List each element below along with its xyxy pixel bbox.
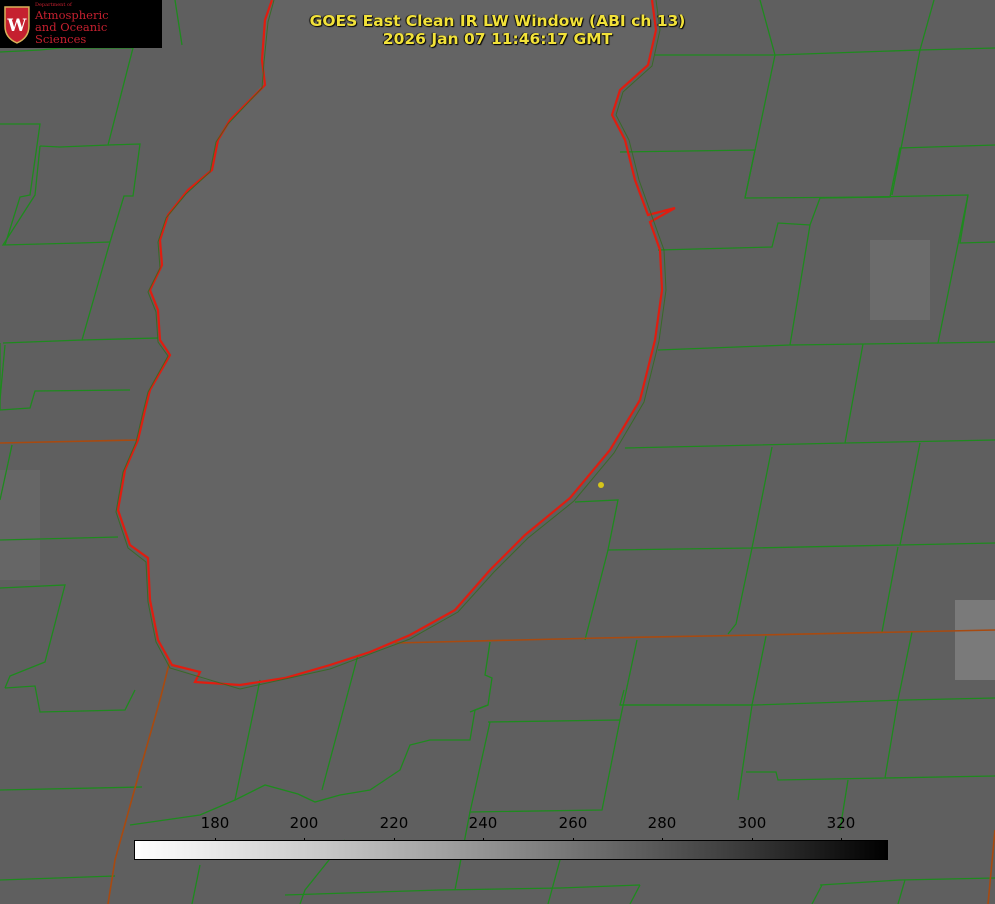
title-product: GOES East Clean IR LW Window (ABI ch 13): [309, 12, 686, 30]
satellite-map: [0, 0, 995, 904]
colorbar-tick: 260: [558, 814, 588, 832]
cloud-patch: [870, 240, 930, 320]
cloud-patch: [0, 470, 40, 580]
logo-line2: and Oceanic Sciences: [34, 19, 108, 46]
colorbar-tick: 180: [200, 814, 230, 832]
uw-crest-icon: W: [4, 6, 30, 44]
colorbar-tick: 280: [647, 814, 677, 832]
location-marker: [598, 482, 604, 488]
colorbar: [134, 840, 888, 860]
colorbar-tick: 320: [826, 814, 856, 832]
colorbar-tick-labels: 180 200 220 240 260 280 300 320: [0, 814, 995, 836]
title-timestamp: 2026 Jan 07 11:46:17 GMT: [382, 30, 613, 48]
department-logo: W Department of Atmospheric and Oceanic …: [0, 0, 162, 48]
logo-line1: Atmospheric: [34, 7, 109, 22]
cloud-patch: [955, 600, 995, 680]
logo-text: Department of Atmospheric and Oceanic Sc…: [34, 3, 162, 46]
crest-letter: W: [6, 15, 27, 35]
colorbar-tick: 240: [468, 814, 498, 832]
colorbar-tick: 300: [737, 814, 767, 832]
image-title: GOES East Clean IR LW Window (ABI ch 13)…: [290, 12, 705, 48]
colorbar-tick: 220: [379, 814, 409, 832]
colorbar-tick: 200: [289, 814, 319, 832]
